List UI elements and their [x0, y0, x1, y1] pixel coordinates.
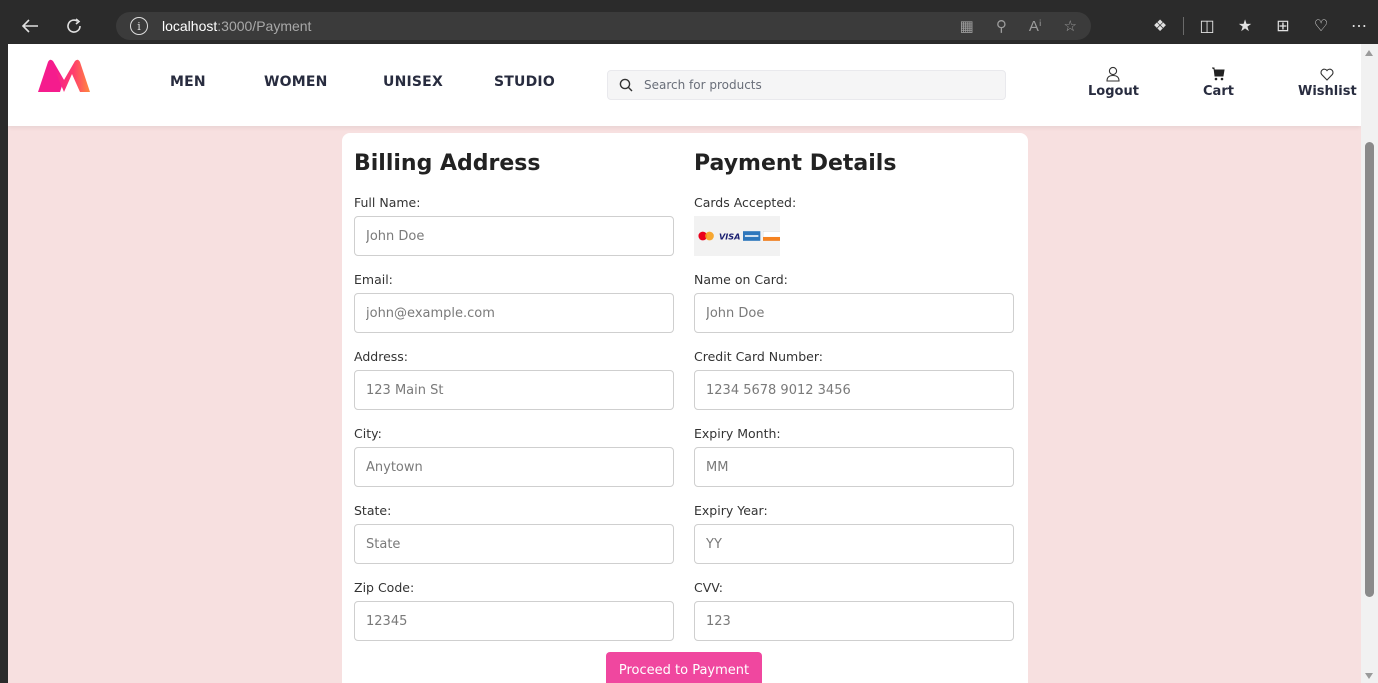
svg-text:VISA: VISA [719, 231, 741, 241]
more-menu-icon[interactable]: ⋯ [1340, 8, 1378, 44]
url-path: :3000/Payment [217, 18, 312, 34]
nav-studio[interactable]: STUDIO [494, 74, 555, 90]
amex-icon [743, 231, 761, 241]
wishlist-button[interactable]: Wishlist [1298, 64, 1357, 99]
split-screen-icon[interactable]: ◫ [1188, 8, 1226, 44]
card-number-input[interactable] [694, 370, 1014, 410]
proceed-to-payment-button[interactable]: Proceed to Payment [606, 652, 762, 683]
url-host: localhost [162, 18, 218, 34]
refresh-icon[interactable] [56, 8, 92, 44]
payment-form-card: Billing Address Full Name: Email: Addres… [342, 133, 1028, 683]
nav-women[interactable]: WOMEN [264, 74, 328, 90]
cart-icon [1211, 64, 1226, 84]
address-label: Address: [354, 349, 408, 364]
email-input[interactable] [354, 293, 674, 333]
scroll-down-icon[interactable] [1365, 673, 1373, 679]
back-icon[interactable] [12, 8, 48, 44]
cvv-label: CVV: [694, 580, 724, 595]
cards-accepted-label: Cards Accepted: [694, 195, 797, 210]
collections-icon[interactable]: ⊞ [1264, 8, 1302, 44]
browser-toolbar: i localhost:3000/Payment ▦ ⚲ Aⁱ ☆ ❖ ◫ ★ … [8, 8, 1378, 44]
expiry-year-input[interactable] [694, 524, 1014, 564]
discover-icon [762, 231, 780, 241]
city-input[interactable] [354, 447, 674, 487]
expiry-year-label: Expiry Year: [694, 503, 768, 518]
page-scrollbar[interactable] [1361, 44, 1378, 683]
site-info-icon[interactable]: i [130, 17, 148, 35]
accepted-cards-image: VISA [694, 216, 780, 256]
browser-window: i localhost:3000/Payment ▦ ⚲ Aⁱ ☆ ❖ ◫ ★ … [8, 8, 1378, 683]
zip-code-input[interactable] [354, 601, 674, 641]
wishlist-label: Wishlist [1298, 84, 1357, 99]
city-label: City: [354, 426, 382, 441]
heart-icon [1320, 64, 1334, 84]
app-install-icon[interactable]: ▦ [960, 17, 974, 35]
address-input[interactable] [354, 370, 674, 410]
cvv-input[interactable] [694, 601, 1014, 641]
scroll-thumb[interactable] [1365, 142, 1374, 597]
expiry-month-label: Expiry Month: [694, 426, 781, 441]
search-input[interactable] [644, 78, 984, 92]
logout-label: Logout [1088, 84, 1139, 99]
visa-icon: VISA [719, 231, 741, 241]
performance-icon[interactable]: ♡ [1302, 8, 1340, 44]
read-aloud-icon[interactable]: Aⁱ [1029, 17, 1042, 35]
extensions-icon[interactable]: ❖ [1141, 8, 1179, 44]
expiry-month-input[interactable] [694, 447, 1014, 487]
favorites-icon[interactable]: ★ [1226, 8, 1264, 44]
toolbar-divider [1183, 17, 1184, 35]
scroll-up-icon[interactable] [1365, 50, 1373, 56]
user-icon [1106, 64, 1121, 84]
card-number-label: Credit Card Number: [694, 349, 823, 364]
cart-button[interactable]: Cart [1203, 64, 1234, 99]
favorite-star-icon[interactable]: ☆ [1064, 17, 1077, 35]
nav-men[interactable]: MEN [170, 74, 206, 90]
full-name-label: Full Name: [354, 195, 421, 210]
address-bar[interactable]: i localhost:3000/Payment ▦ ⚲ Aⁱ ☆ [116, 12, 1091, 40]
state-input[interactable] [354, 524, 674, 564]
brand-logo[interactable] [36, 58, 92, 94]
mastercard-icon [698, 231, 714, 241]
name-on-card-input[interactable] [694, 293, 1014, 333]
search-icon[interactable] [608, 78, 644, 92]
billing-title: Billing Address [354, 151, 541, 176]
search-box [607, 70, 1006, 100]
zip-code-label: Zip Code: [354, 580, 415, 595]
state-label: State: [354, 503, 392, 518]
name-on-card-label: Name on Card: [694, 272, 788, 287]
nav-unisex[interactable]: UNISEX [383, 74, 443, 90]
cart-label: Cart [1203, 84, 1234, 99]
full-name-input[interactable] [354, 216, 674, 256]
email-label: Email: [354, 272, 393, 287]
zoom-icon[interactable]: ⚲ [996, 17, 1007, 35]
logout-button[interactable]: Logout [1088, 64, 1139, 99]
payment-title: Payment Details [694, 151, 897, 176]
site-header: MEN WOMEN UNISEX STUDIO Logout Cart [8, 44, 1361, 126]
